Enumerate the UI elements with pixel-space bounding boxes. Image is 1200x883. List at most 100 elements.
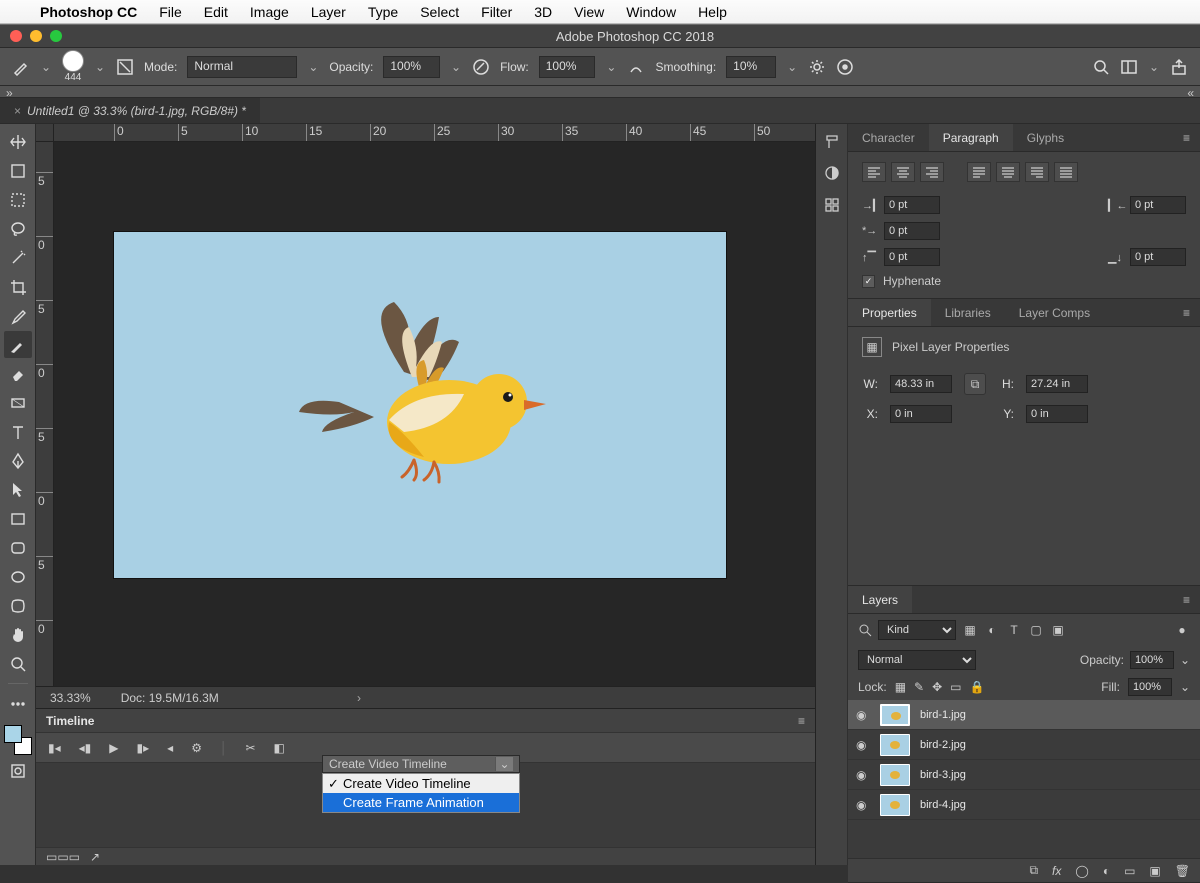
custom-shape-tool[interactable]	[4, 592, 32, 619]
layer-item[interactable]: ◉ bird-1.jpg	[848, 700, 1200, 730]
paragraph-tab[interactable]: Paragraph	[929, 124, 1013, 151]
align-left-icon[interactable]	[862, 162, 886, 182]
create-frame-animation-option[interactable]: Create Frame Animation	[323, 793, 519, 812]
artboard[interactable]	[114, 232, 726, 578]
layer-mask-icon[interactable]: ◯	[1075, 864, 1088, 878]
create-video-timeline-option[interactable]: Create Video Timeline	[323, 774, 519, 793]
filter-kind-select[interactable]: Kind	[878, 620, 956, 640]
justify-left-icon[interactable]	[967, 162, 991, 182]
link-dimensions-icon[interactable]: ⧉	[964, 373, 986, 395]
layer-item[interactable]: ◉ bird-4.jpg	[848, 790, 1200, 820]
zoom-level[interactable]: 33.33%	[50, 691, 91, 705]
split-icon[interactable]: ✂	[245, 741, 255, 755]
layers-menu-icon[interactable]: ≡	[1173, 586, 1200, 613]
tool-preset-caret[interactable]: ⌄	[40, 60, 52, 74]
eraser-tool[interactable]	[4, 360, 32, 387]
menu-window[interactable]: Window	[626, 4, 676, 20]
search-icon[interactable]	[1092, 58, 1110, 76]
visibility-icon[interactable]: ◉	[856, 738, 870, 752]
rectangle-tool[interactable]	[4, 505, 32, 532]
fill-caret[interactable]: ⌄	[1180, 680, 1190, 694]
menu-3d[interactable]: 3D	[534, 4, 552, 20]
group-icon[interactable]: ▭	[1124, 864, 1135, 878]
menu-view[interactable]: View	[574, 4, 604, 20]
layer-thumbnail[interactable]	[880, 734, 910, 756]
mode-caret[interactable]: ⌄	[307, 60, 319, 74]
menu-select[interactable]: Select	[420, 4, 459, 20]
doc-info-chevron[interactable]: ›	[357, 691, 361, 705]
hand-tool[interactable]	[4, 621, 32, 648]
brush-panel-icon[interactable]	[116, 58, 134, 76]
menu-image[interactable]: Image	[250, 4, 289, 20]
create-timeline-button[interactable]: Create Video Timeline ⌄	[322, 755, 520, 773]
visibility-icon[interactable]: ◉	[856, 708, 870, 722]
layer-comps-tab[interactable]: Layer Comps	[1005, 299, 1104, 326]
brush-tool-icon[interactable]	[12, 58, 30, 76]
document-tab[interactable]: × Untitled1 @ 33.3% (bird-1.jpg, RGB/8#)…	[0, 98, 260, 123]
height-input[interactable]	[1026, 375, 1088, 393]
adjustment-layer-icon[interactable]: ◐	[1103, 864, 1110, 878]
doc-info[interactable]: Doc: 19.5M/16.3M	[121, 691, 219, 705]
layer-item[interactable]: ◉ bird-2.jpg	[848, 730, 1200, 760]
menu-file[interactable]: File	[159, 4, 182, 20]
mute-icon[interactable]: ◂	[167, 741, 173, 755]
workspace-icon[interactable]	[1120, 58, 1138, 76]
ruler-horizontal[interactable]: 0 5 10 15 20 25 30 35 40 45 50	[54, 124, 815, 142]
properties-menu-icon[interactable]: ≡	[1173, 299, 1200, 326]
hyphenate-checkbox[interactable]: ✓ Hyphenate	[862, 274, 1186, 288]
rounded-rect-tool[interactable]	[4, 534, 32, 561]
menu-layer[interactable]: Layer	[311, 4, 346, 20]
transition-icon[interactable]: ◧	[274, 741, 285, 755]
magic-wand-tool[interactable]	[4, 244, 32, 271]
opacity-value[interactable]: 100%	[383, 56, 440, 78]
width-input[interactable]	[890, 375, 952, 393]
indent-left-input[interactable]	[884, 196, 940, 214]
pen-tool[interactable]	[4, 447, 32, 474]
filter-smart-icon[interactable]: ▣	[1050, 622, 1066, 638]
filter-type-icon[interactable]: T	[1006, 622, 1022, 638]
play-icon[interactable]: ▶	[109, 741, 118, 755]
align-right-icon[interactable]	[920, 162, 944, 182]
move-tool[interactable]	[4, 128, 32, 155]
indent-right-input[interactable]	[1130, 196, 1186, 214]
justify-all-icon[interactable]	[1054, 162, 1078, 182]
space-before-input[interactable]	[884, 248, 940, 266]
layer-item[interactable]: ◉ bird-3.jpg	[848, 760, 1200, 790]
app-menu[interactable]: Photoshop CC	[40, 4, 137, 20]
quickmask-icon[interactable]	[4, 757, 32, 784]
export-icon[interactable]: ↗	[90, 850, 100, 864]
share-icon[interactable]	[1170, 58, 1188, 76]
properties-tab[interactable]: Properties	[848, 299, 931, 326]
lock-transparent-icon[interactable]: ▦	[895, 680, 906, 694]
prev-frame-icon[interactable]: ◂▮	[79, 741, 92, 755]
y-input[interactable]	[1026, 405, 1088, 423]
zoom-tool[interactable]	[4, 650, 32, 677]
timeline-panel-menu-icon[interactable]: ≡	[798, 714, 805, 728]
space-after-input[interactable]	[1130, 248, 1186, 266]
opacity-caret[interactable]: ⌄	[450, 60, 462, 74]
foreground-swatch[interactable]	[4, 725, 22, 743]
color-swatches[interactable]	[4, 725, 32, 755]
swatches-icon[interactable]	[823, 164, 841, 182]
smoothing-caret[interactable]: ⌄	[786, 60, 798, 74]
menu-help[interactable]: Help	[698, 4, 727, 20]
delete-layer-icon[interactable]: 🗑	[1175, 864, 1190, 878]
lock-artboard-icon[interactable]: ▭	[950, 680, 961, 694]
gear-icon[interactable]	[808, 58, 826, 76]
edit-toolbar-icon[interactable]	[4, 690, 32, 717]
ellipse-tool[interactable]	[4, 563, 32, 590]
artboard-tool[interactable]	[4, 157, 32, 184]
airbrush-icon[interactable]	[627, 58, 645, 76]
pressure-opacity-icon[interactable]	[472, 58, 490, 76]
first-line-indent-input[interactable]	[884, 222, 940, 240]
libraries-icon[interactable]	[823, 196, 841, 214]
window-close-button[interactable]	[10, 30, 22, 42]
visibility-icon[interactable]: ◉	[856, 798, 870, 812]
lock-position-icon[interactable]: ✥	[932, 680, 942, 694]
marquee-tool[interactable]	[4, 186, 32, 213]
layer-opacity-input[interactable]	[1130, 651, 1174, 669]
path-selection-tool[interactable]	[4, 476, 32, 503]
lock-image-icon[interactable]: ✎	[914, 680, 924, 694]
layers-tab[interactable]: Layers	[848, 586, 912, 613]
character-tab[interactable]: Character	[848, 124, 929, 151]
